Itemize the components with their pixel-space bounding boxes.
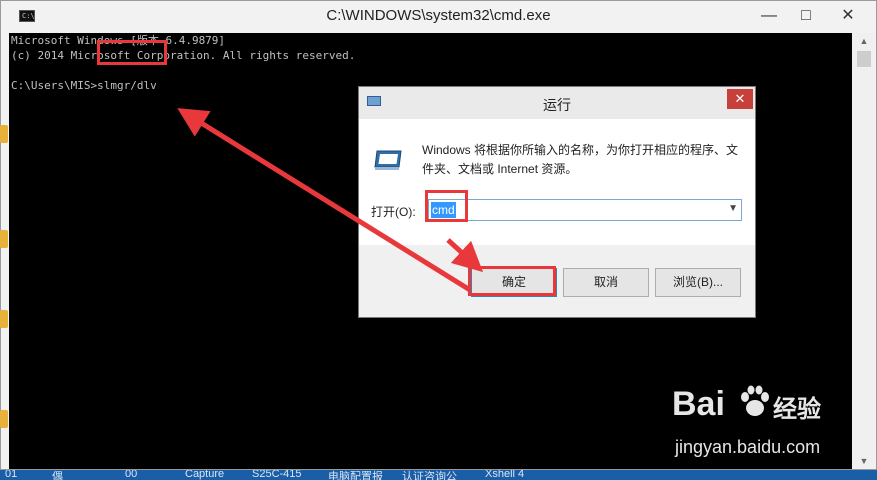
- cmd-window-title: C:\WINDOWS\system32\cmd.exe: [326, 7, 551, 24]
- scroll-up-icon[interactable]: ▲: [853, 33, 875, 49]
- run-program-icon: [374, 150, 402, 170]
- scroll-thumb[interactable]: [857, 51, 871, 67]
- watermark-brand: Bai: [672, 385, 725, 423]
- taskbar-item[interactable]: 电脑配置报: [328, 470, 383, 480]
- desktop-icon[interactable]: [0, 125, 8, 143]
- taskbar-item[interactable]: Xshell 4: [485, 470, 524, 480]
- taskbar-item[interactable]: 偶: [52, 470, 63, 480]
- chevron-down-icon[interactable]: ▼: [728, 203, 738, 214]
- browse-button[interactable]: 浏览(B)...: [655, 268, 741, 297]
- desktop-icon[interactable]: [0, 230, 8, 248]
- close-button[interactable]: ✕: [828, 1, 868, 31]
- taskbar-item[interactable]: 00: [125, 470, 137, 480]
- run-close-button[interactable]: ✕: [727, 89, 753, 109]
- run-description: Windows 将根据你所输入的名称，为你打开相应的程序、文件夹、文档或 Int…: [422, 143, 739, 176]
- cmd-titlebar[interactable]: C:\ C:\WINDOWS\system32\cmd.exe — □ ✕: [1, 1, 876, 33]
- cancel-button[interactable]: 取消: [563, 268, 649, 297]
- run-dialog: 运行 ✕ Windows 将根据你所输入的名称，为你打开相应的程序、文件夹、文档…: [358, 86, 756, 318]
- taskbar-item[interactable]: 认证咨询公: [402, 470, 457, 480]
- taskbar-item[interactable]: 01: [5, 470, 17, 480]
- console-scrollbar[interactable]: ▲ ▼: [853, 33, 875, 469]
- desktop-icon[interactable]: [0, 310, 8, 328]
- minimize-button[interactable]: —: [749, 1, 789, 31]
- taskbar-item[interactable]: S25C-415: [252, 470, 302, 480]
- run-dialog-body: Windows 将根据你所输入的名称，为你打开相应的程序、文件夹、文档或 Int…: [359, 119, 755, 245]
- scroll-down-icon[interactable]: ▼: [853, 453, 875, 469]
- ok-highlight-box: [468, 266, 556, 296]
- baidu-paw-icon: [741, 385, 769, 416]
- taskbar: 01 偶 00 Capture S25C-415 电脑配置报 认证咨询公 Xsh…: [0, 470, 877, 480]
- console-line: (c) 2014 Microsoft Corporation. All righ…: [11, 49, 356, 62]
- command-highlight-box: [97, 40, 167, 65]
- watermark-suffix: 经验: [773, 396, 821, 423]
- desktop-icon[interactable]: [0, 410, 8, 428]
- run-dialog-title: 运行: [543, 97, 571, 113]
- console-prompt-line: C:\Users\MIS>slmgr/dlv: [11, 79, 157, 92]
- open-label: 打开(O):: [371, 205, 416, 219]
- input-highlight-box: [425, 190, 468, 222]
- run-command-input[interactable]: cmd ▼: [428, 199, 742, 221]
- maximize-button[interactable]: □: [786, 1, 826, 31]
- run-titlebar[interactable]: 运行 ✕: [359, 87, 755, 119]
- taskbar-item[interactable]: Capture: [185, 470, 224, 480]
- watermark-url: jingyan.baidu.com: [675, 437, 821, 457]
